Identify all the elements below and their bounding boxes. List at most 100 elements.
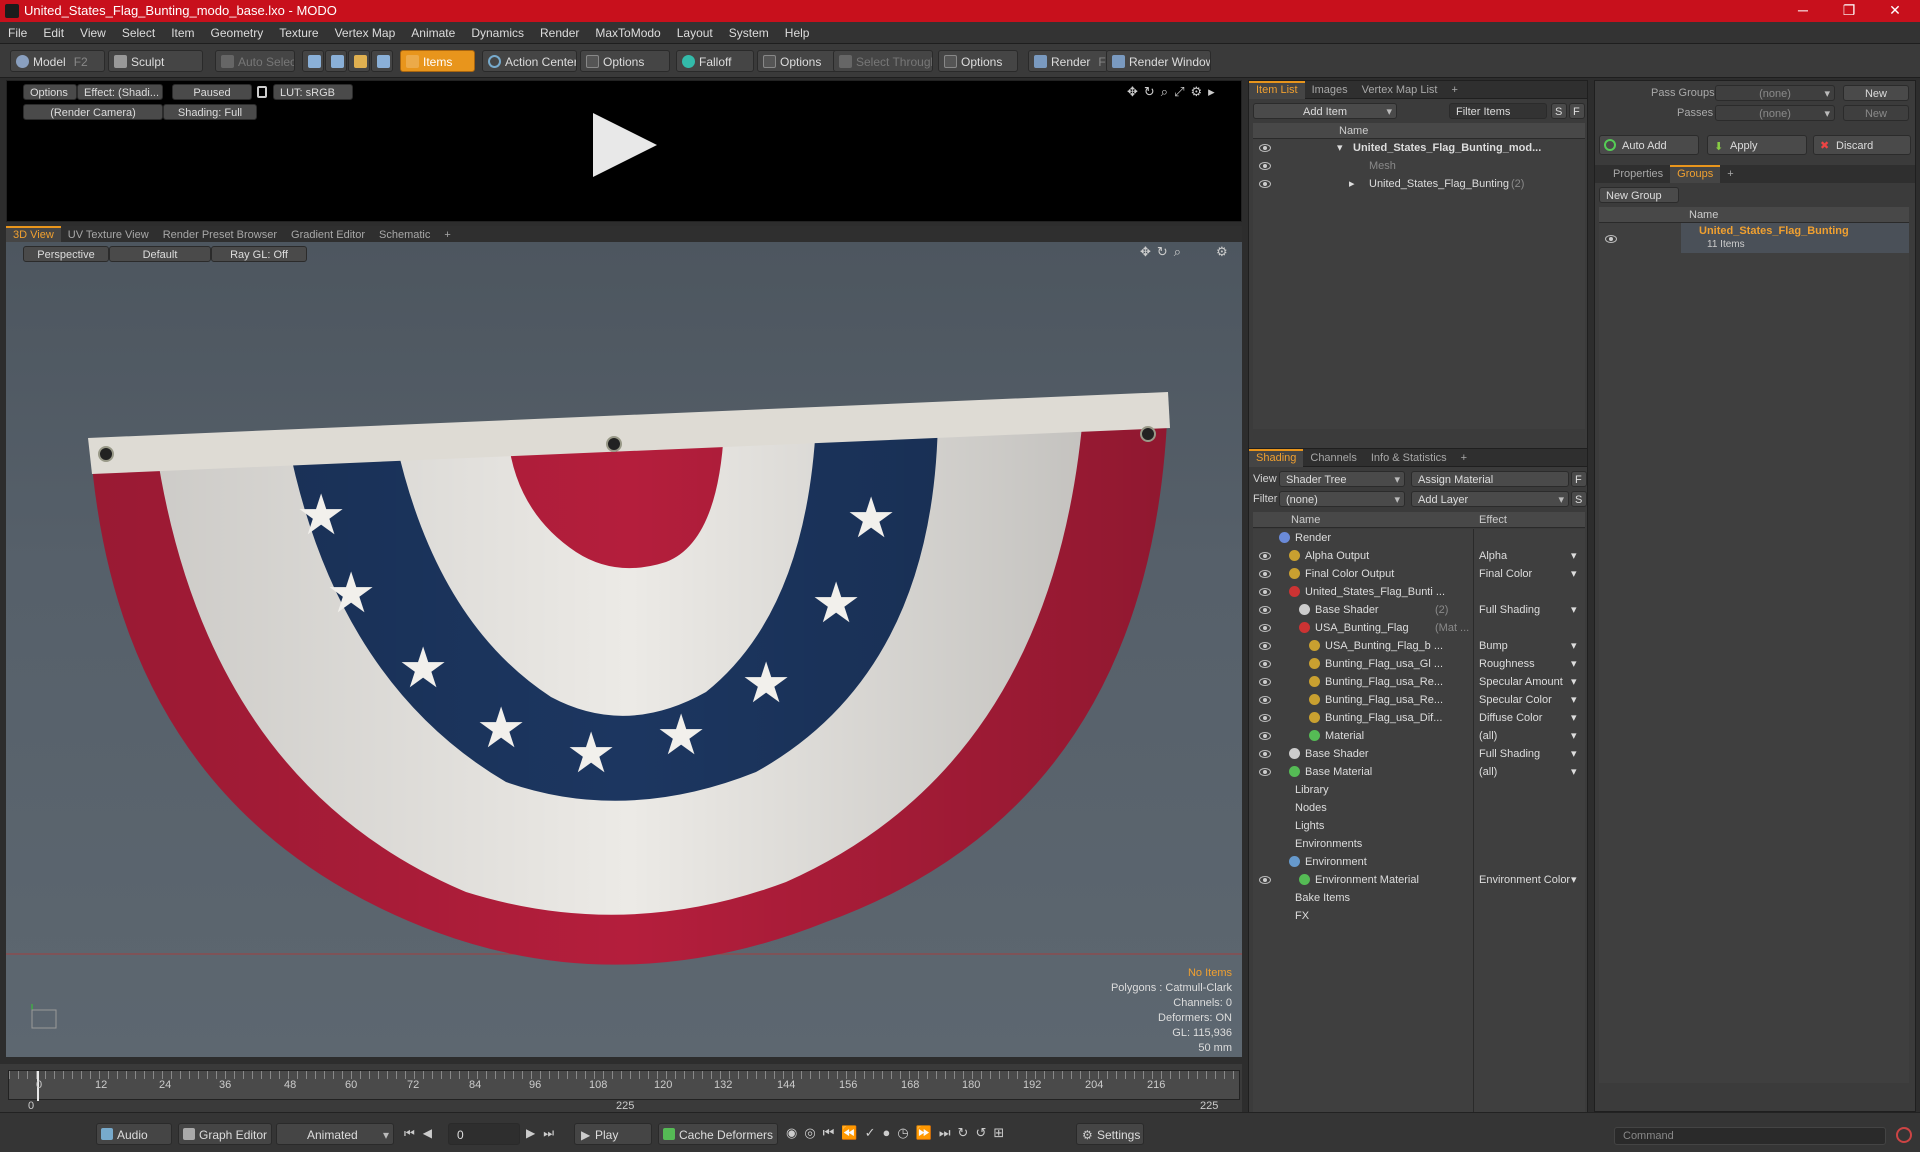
tab-shading[interactable]: Shading [1249, 449, 1304, 467]
tab-item-list[interactable]: Item List [1249, 81, 1305, 99]
menu-system[interactable]: System [721, 22, 777, 44]
layer-effect[interactable]: Roughness [1479, 655, 1535, 673]
layer-effect[interactable]: (all) [1479, 727, 1497, 745]
assign-material-button[interactable]: Assign Material [1411, 471, 1569, 487]
preview-paused-button[interactable]: Paused [172, 84, 252, 100]
cache-deformers-button[interactable]: Cache Deformers [658, 1123, 778, 1145]
effect-dropdown-arrow-icon[interactable]: ▾ [1571, 691, 1577, 709]
action-center-button[interactable]: Action Center [482, 50, 577, 72]
layer-effect[interactable]: Diffuse Color [1479, 709, 1542, 727]
shader-tree-row[interactable]: FX [1253, 907, 1585, 925]
shader-tree-row[interactable]: USA_Bunting_Flag (Mat ... [1253, 619, 1585, 637]
list-item[interactable]: ▸ United_States_Flag_Bunting (2) [1253, 175, 1585, 193]
shader-tree-row[interactable]: Environments [1253, 835, 1585, 853]
tab-images[interactable]: Images [1305, 81, 1355, 99]
list-item[interactable]: ▾ United_States_Flag_Bunting_mod... [1253, 139, 1585, 157]
eye-icon[interactable] [1259, 180, 1271, 188]
polygons-mode-button[interactable] [348, 50, 370, 72]
command-stop-icon[interactable] [1896, 1127, 1912, 1143]
eye-icon[interactable] [1259, 588, 1271, 596]
select-through-button[interactable]: Select Through [833, 50, 933, 72]
menu-file[interactable]: File [0, 22, 35, 44]
menu-geometry[interactable]: Geometry [203, 22, 272, 44]
new-pass-group-button[interactable]: New [1843, 85, 1909, 101]
graph-editor-button[interactable]: Graph Editor [178, 1123, 272, 1145]
layer-effect[interactable]: Full Shading [1479, 745, 1540, 763]
shader-tree-row[interactable]: Lights [1253, 817, 1585, 835]
effect-dropdown-arrow-icon[interactable]: ▾ [1571, 673, 1577, 691]
vertices-mode-button[interactable] [302, 50, 324, 72]
tab-add[interactable]: + [1720, 165, 1740, 183]
shader-tree-row[interactable]: Bunting_Flag_usa_Re... Specular Color ▾ [1253, 691, 1585, 709]
menu-select[interactable]: Select [114, 22, 163, 44]
add-item-dropdown[interactable]: Add Item [1253, 103, 1397, 119]
effect-dropdown-arrow-icon[interactable]: ▾ [1571, 655, 1577, 673]
view-dropdown[interactable]: Shader Tree [1279, 471, 1405, 487]
new-group-button[interactable]: New Group [1599, 187, 1679, 203]
maximize-button[interactable]: ❐ [1826, 0, 1872, 22]
layer-effect[interactable]: Final Color [1479, 565, 1532, 583]
auto-add-button[interactable]: Auto Add [1599, 135, 1699, 155]
lock-icon[interactable] [257, 86, 267, 98]
preview-options-button[interactable]: Options [23, 84, 77, 100]
menu-vertex-map[interactable]: Vertex Map [327, 22, 404, 44]
add-layer-dropdown[interactable]: Add Layer [1411, 491, 1569, 507]
eye-icon[interactable] [1259, 606, 1271, 614]
model-mode-button[interactable]: Model F2 [10, 50, 105, 72]
layer-effect[interactable]: Bump [1479, 637, 1508, 655]
pass-groups-dropdown[interactable]: (none) [1715, 85, 1835, 101]
preview-camera-dropdown[interactable]: (Render Camera) [23, 104, 163, 120]
tab-vertex-map-list[interactable]: Vertex Map List [1355, 81, 1445, 99]
timeline[interactable]: 0 12 24 36 48 60 72 84 96 108 120 132 14… [0, 1064, 1242, 1112]
eye-icon[interactable] [1259, 750, 1271, 758]
eye-icon[interactable] [1259, 678, 1271, 686]
eye-icon[interactable] [1259, 162, 1271, 170]
tab-groups[interactable]: Groups [1670, 165, 1721, 183]
sculpt-mode-button[interactable]: Sculpt [108, 50, 203, 72]
preview-lut-dropdown[interactable]: LUT: sRGB [273, 84, 353, 100]
edges-mode-button[interactable] [325, 50, 347, 72]
shader-tree-row[interactable]: Environment Material Environment Color ▾ [1253, 871, 1585, 889]
items-mode-button[interactable]: Items [400, 50, 475, 72]
discard-button[interactable]: ✖ Discard [1813, 135, 1911, 155]
shader-tree-row[interactable]: Base Shader (2) Full Shading ▾ [1253, 601, 1585, 619]
shader-tree-row[interactable]: Library [1253, 781, 1585, 799]
minimize-button[interactable]: ─ [1780, 0, 1826, 22]
menu-texture[interactable]: Texture [271, 22, 326, 44]
shader-tree-row[interactable]: Final Color Output Final Color ▾ [1253, 565, 1585, 583]
effect-dropdown-arrow-icon[interactable]: ▾ [1571, 565, 1577, 583]
shader-tree-row[interactable]: Bunting_Flag_usa_Dif... Diffuse Color ▾ [1253, 709, 1585, 727]
close-button[interactable]: ✕ [1872, 0, 1918, 22]
play-button[interactable]: ▶ Play [574, 1123, 652, 1145]
step-forward-icons[interactable]: ▶⏭ [526, 1126, 562, 1141]
shader-tree-row[interactable]: Alpha Output Alpha ▾ [1253, 547, 1585, 565]
tab-add[interactable]: + [1444, 81, 1464, 99]
filter-f-button[interactable]: F [1569, 103, 1585, 119]
layer-effect[interactable]: (all) [1479, 763, 1497, 781]
tab-properties[interactable]: Properties [1595, 165, 1670, 183]
select-options-button[interactable]: Options [938, 50, 1018, 72]
step-back-icons[interactable]: ⏮◀ [404, 1126, 440, 1141]
eye-icon[interactable] [1259, 660, 1271, 668]
menu-edit[interactable]: Edit [35, 22, 72, 44]
eye-icon[interactable] [1259, 732, 1271, 740]
filter-s-button[interactable]: S [1551, 103, 1567, 119]
shading-s-button[interactable]: S [1571, 491, 1587, 507]
preview-nav-icons[interactable]: ✥↻⌕⤢⚙▸ [1127, 84, 1221, 100]
eye-icon[interactable] [1259, 642, 1271, 650]
eye-icon[interactable] [1605, 235, 1617, 243]
effect-dropdown-arrow-icon[interactable]: ▾ [1571, 709, 1577, 727]
menu-view[interactable]: View [72, 22, 114, 44]
layer-effect[interactable]: Full Shading [1479, 601, 1540, 619]
falloff-button[interactable]: Falloff [676, 50, 754, 72]
command-input[interactable]: Command [1614, 1127, 1886, 1145]
filter-dropdown[interactable]: (none) [1279, 491, 1405, 507]
auto-select-button[interactable]: Auto Select [215, 50, 295, 72]
eye-icon[interactable] [1259, 714, 1271, 722]
eye-icon[interactable] [1259, 570, 1271, 578]
shader-tree-row[interactable]: Render [1253, 529, 1585, 547]
layer-effect[interactable]: Specular Color [1479, 691, 1552, 709]
effect-dropdown-arrow-icon[interactable]: ▾ [1571, 637, 1577, 655]
menu-help[interactable]: Help [777, 22, 818, 44]
eye-icon[interactable] [1259, 624, 1271, 632]
